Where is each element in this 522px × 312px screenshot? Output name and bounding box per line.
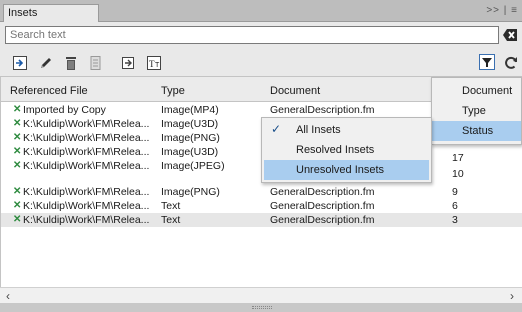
menu-item-status[interactable]: Status (432, 121, 521, 141)
cell-document: GeneralDescription.fm (270, 200, 375, 212)
tab-insets[interactable]: Insets (3, 4, 99, 22)
copy-icon[interactable] (87, 55, 103, 71)
link-status-icon: ✕ (13, 186, 22, 197)
cell-type: Image(PNG) (161, 132, 220, 144)
link-status-icon: ✕ (13, 118, 22, 129)
cell-file: K:\Kuldip\Work\FM\Relea... (23, 146, 150, 158)
panel-menu-controls[interactable]: >> | ≡ (486, 5, 518, 16)
menu-item-all-insets[interactable]: ✓ All Insets (264, 120, 429, 140)
cell-type: Image(JPEG) (161, 160, 225, 172)
link-status-icon: ✕ (13, 146, 22, 157)
cell-type: Text (161, 214, 181, 226)
cell-file: K:\Kuldip\Work\FM\Relea... (23, 160, 150, 172)
scroll-left-icon[interactable]: ‹ (6, 289, 10, 303)
resize-grip-icon[interactable] (252, 306, 272, 309)
delete-icon[interactable] (63, 55, 79, 71)
cell-status: 6 (452, 200, 458, 212)
status-filter-submenu: ✓ All Insets Resolved Insets Unresolved … (261, 117, 432, 183)
cell-document: GeneralDescription.fm (270, 214, 375, 226)
cell-type: Image(U3D) (161, 118, 219, 130)
table-row[interactable]: ✕ K:\Kuldip\Work\FM\Relea... Image(PNG) … (1, 185, 522, 199)
tab-insets-label: Insets (8, 7, 38, 19)
checkmark-icon: ✓ (271, 122, 282, 136)
cell-file: Imported by Copy (23, 104, 106, 116)
panel-resize-bar (0, 303, 522, 312)
cell-file: K:\Kuldip\Work\FM\Relea... (23, 132, 150, 144)
link-status-icon: ✕ (13, 104, 22, 115)
column-header-referenced-file[interactable]: Referenced File (10, 85, 88, 97)
link-status-icon: ✕ (13, 214, 22, 225)
cell-type: Image(U3D) (161, 146, 219, 158)
search-input[interactable] (5, 26, 499, 44)
cell-status: 3 (452, 214, 458, 226)
link-status-icon: ✕ (13, 200, 22, 211)
table-row[interactable]: ✕ K:\Kuldip\Work\FM\Relea... Text Genera… (1, 199, 522, 213)
cell-file: K:\Kuldip\Work\FM\Relea... (23, 200, 150, 212)
cell-status: 10 (452, 168, 464, 180)
menu-item-unresolved-insets[interactable]: Unresolved Insets (264, 160, 429, 180)
go-to-source-icon[interactable] (12, 55, 28, 71)
insets-toolbar: T T (0, 47, 522, 77)
column-filter-menu: Document Type Status (431, 77, 522, 145)
refresh-icon[interactable] (503, 55, 519, 71)
cell-document: GeneralDescription.fm (270, 104, 375, 116)
text-inset-icon[interactable]: T T (146, 55, 162, 71)
panel-tab-bar: Insets >> | ≡ (0, 0, 522, 22)
cell-type: Image(PNG) (161, 186, 220, 198)
menu-item-type[interactable]: Type (432, 101, 521, 121)
link-status-icon: ✕ (13, 132, 22, 143)
horizontal-scrollbar[interactable]: ‹ › (0, 287, 522, 303)
menu-item-document[interactable]: Document (432, 81, 521, 101)
embed-icon[interactable] (120, 55, 136, 71)
svg-text:T: T (155, 62, 160, 69)
edit-icon[interactable] (38, 55, 54, 71)
cell-file: K:\Kuldip\Work\FM\Relea... (23, 118, 150, 130)
menu-item-resolved-insets[interactable]: Resolved Insets (264, 140, 429, 160)
filter-icon[interactable] (479, 54, 495, 70)
cell-type: Image(MP4) (161, 104, 219, 116)
cell-status: 9 (452, 186, 458, 198)
cell-document: GeneralDescription.fm (270, 186, 375, 198)
search-row (0, 22, 522, 47)
cell-file: K:\Kuldip\Work\FM\Relea... (23, 214, 150, 226)
cell-type: Text (161, 200, 181, 212)
table-row-selected[interactable]: ✕ K:\Kuldip\Work\FM\Relea... Text Genera… (1, 213, 522, 227)
column-header-document[interactable]: Document (270, 85, 320, 97)
cell-file: K:\Kuldip\Work\FM\Relea... (23, 186, 150, 198)
scroll-right-icon[interactable]: › (510, 289, 514, 303)
clear-search-icon[interactable] (502, 27, 518, 43)
column-header-type[interactable]: Type (161, 85, 185, 97)
link-status-icon: ✕ (13, 160, 22, 171)
